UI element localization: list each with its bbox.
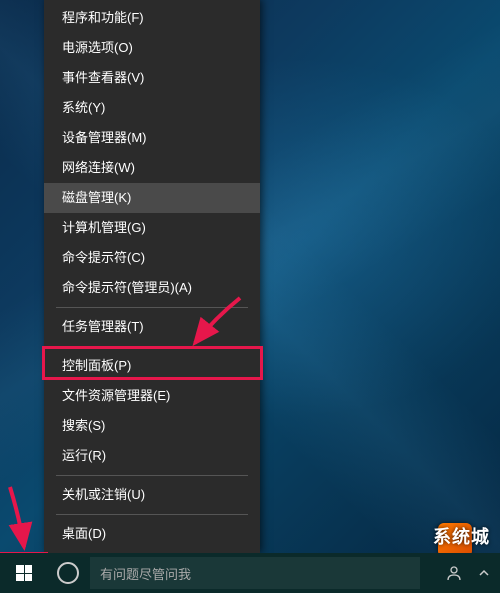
menu-separator <box>56 346 248 347</box>
cortana-button[interactable] <box>48 553 88 593</box>
menu-desktop[interactable]: 桌面(D) <box>44 519 260 549</box>
tray-people-icon[interactable] <box>446 565 462 581</box>
menu-separator <box>56 475 248 476</box>
menu-command-prompt[interactable]: 命令提示符(C) <box>44 243 260 273</box>
menu-event-viewer[interactable]: 事件查看器(V) <box>44 63 260 93</box>
search-placeholder-text: 有问题尽管问我 <box>100 564 191 583</box>
menu-file-explorer[interactable]: 文件资源管理器(E) <box>44 381 260 411</box>
menu-shutdown-signout[interactable]: 关机或注销(U) <box>44 480 260 510</box>
tray-chevron-up-icon[interactable] <box>476 565 492 581</box>
taskbar-search-input[interactable]: 有问题尽管问我 <box>90 557 420 589</box>
menu-search[interactable]: 搜索(S) <box>44 411 260 441</box>
start-button[interactable] <box>0 553 48 593</box>
menu-separator <box>56 307 248 308</box>
menu-disk-management[interactable]: 磁盘管理(K) <box>44 183 260 213</box>
menu-control-panel[interactable]: 控制面板(P) <box>44 351 260 381</box>
menu-run[interactable]: 运行(R) <box>44 441 260 471</box>
menu-task-manager[interactable]: 任务管理器(T) <box>44 312 260 342</box>
menu-computer-management[interactable]: 计算机管理(G) <box>44 213 260 243</box>
menu-programs-features[interactable]: 程序和功能(F) <box>44 3 260 33</box>
menu-system[interactable]: 系统(Y) <box>44 93 260 123</box>
watermark-text: 系统城 <box>433 523 490 549</box>
cortana-icon <box>57 562 79 584</box>
system-tray <box>438 553 500 593</box>
menu-separator <box>56 514 248 515</box>
taskbar: 有问题尽管问我 <box>0 553 500 593</box>
menu-power-options[interactable]: 电源选项(O) <box>44 33 260 63</box>
menu-command-prompt-admin[interactable]: 命令提示符(管理员)(A) <box>44 273 260 303</box>
winx-context-menu: 程序和功能(F)电源选项(O)事件查看器(V)系统(Y)设备管理器(M)网络连接… <box>44 0 260 553</box>
windows-logo-icon <box>16 565 32 581</box>
menu-device-manager[interactable]: 设备管理器(M) <box>44 123 260 153</box>
menu-network-connections[interactable]: 网络连接(W) <box>44 153 260 183</box>
